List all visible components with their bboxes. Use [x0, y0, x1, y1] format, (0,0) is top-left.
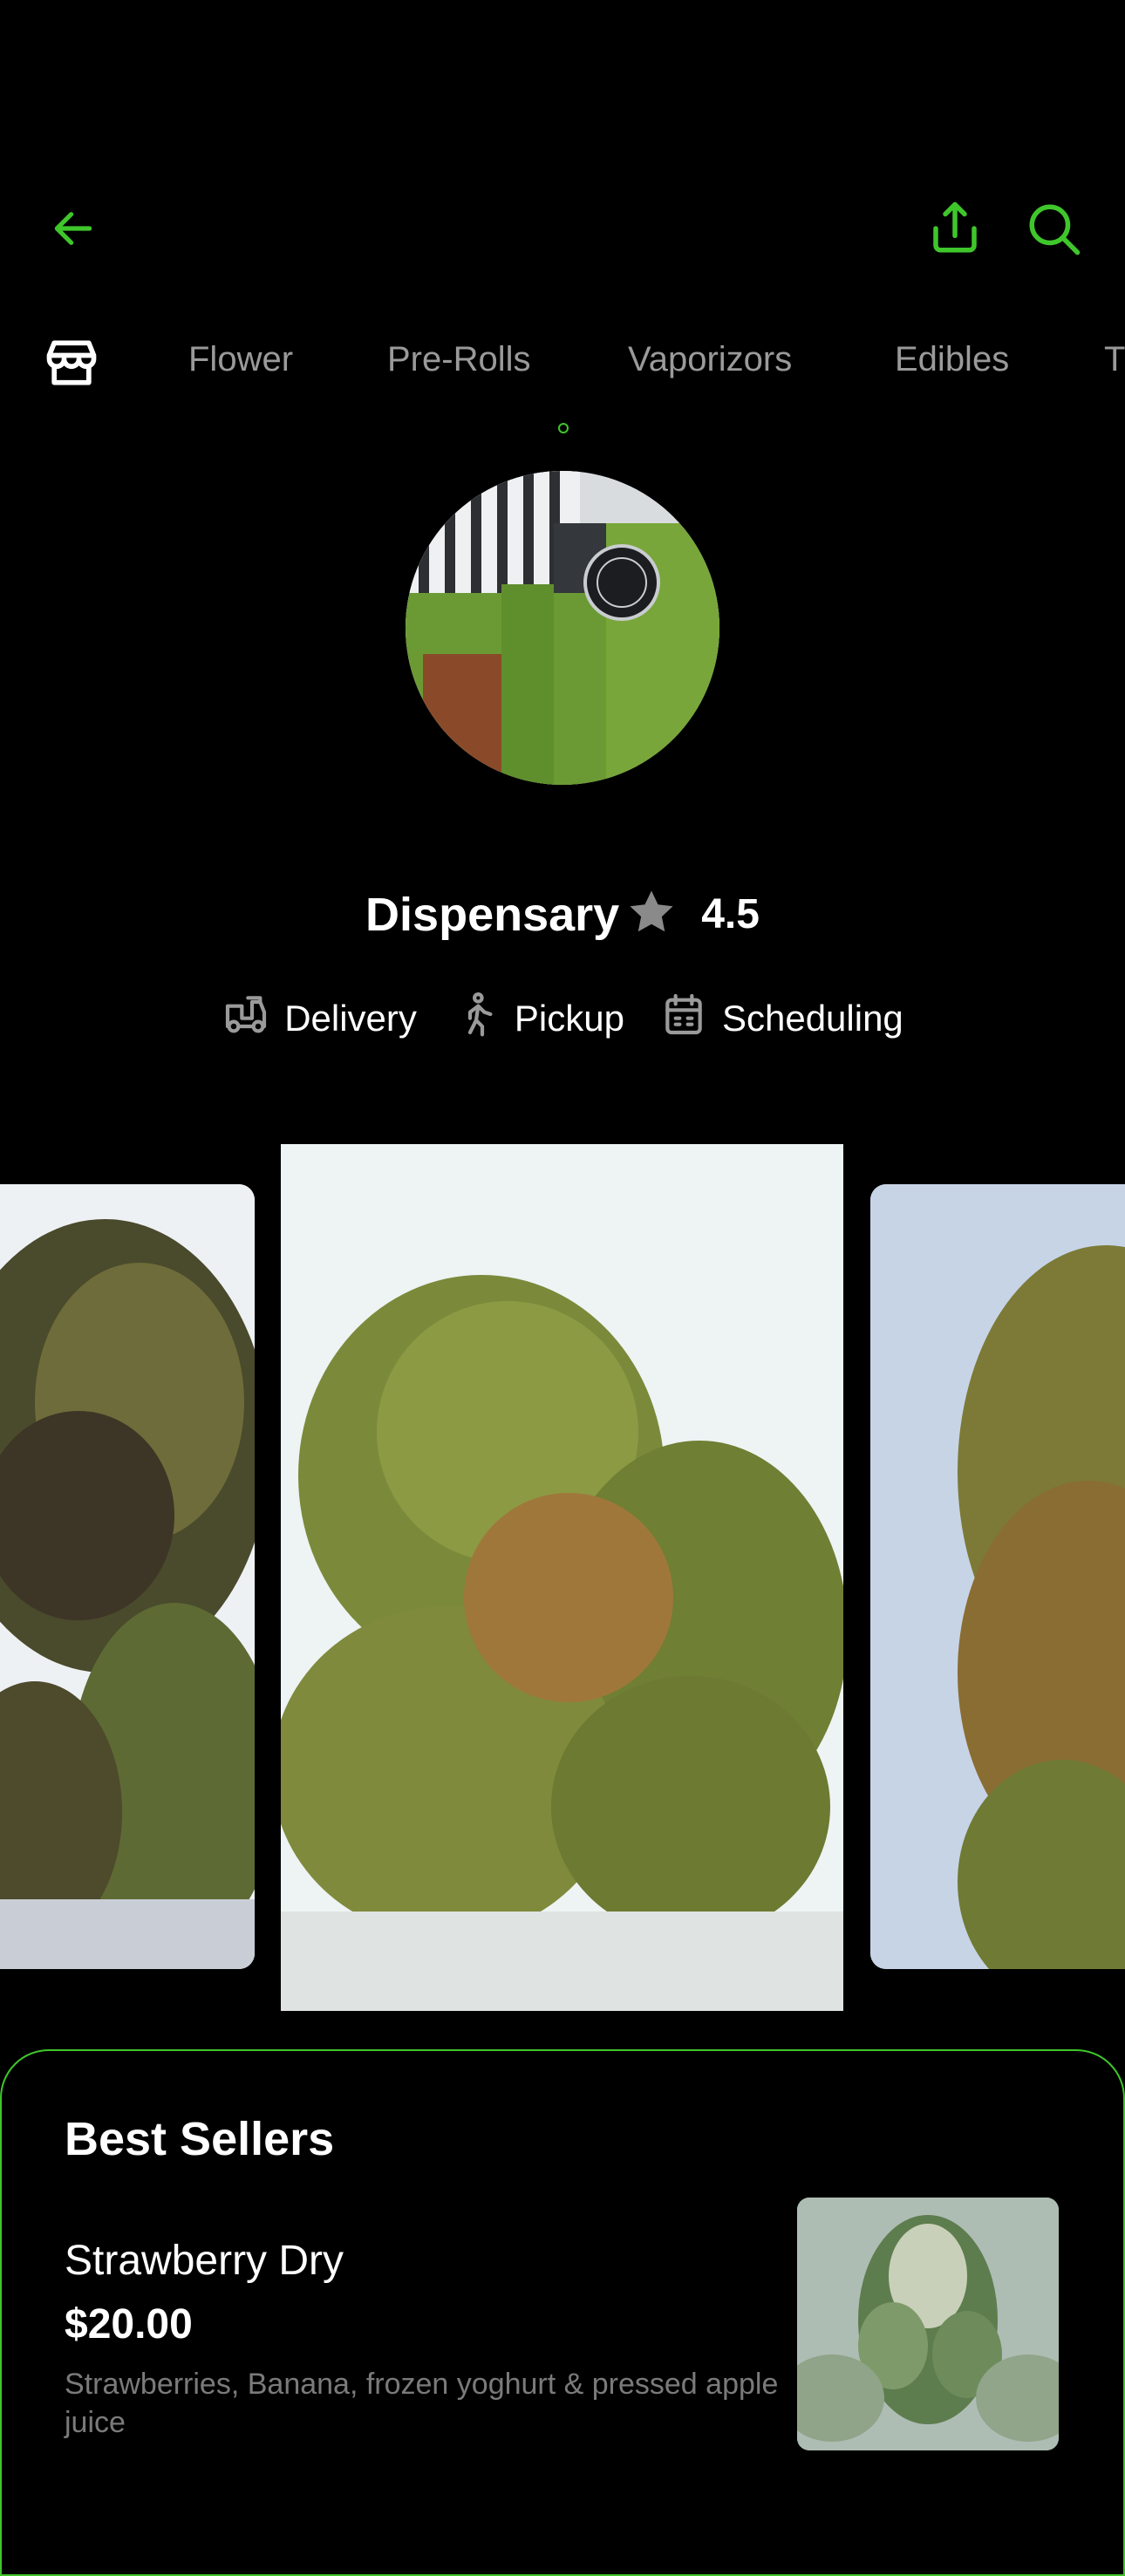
calendar-icon	[659, 990, 708, 1047]
tab-pre-rolls[interactable]: Pre-Rolls	[387, 340, 530, 379]
service-scheduling-label: Scheduling	[721, 998, 903, 1039]
product-price: $20.00	[65, 2301, 193, 2348]
search-button[interactable]	[1022, 197, 1085, 260]
gallery-image-right[interactable]	[870, 1184, 1125, 1969]
back-button[interactable]	[44, 202, 103, 255]
service-options: Delivery Pickup Scheduling	[0, 990, 1125, 1047]
gallery-image-main[interactable]	[281, 1144, 843, 2011]
share-button[interactable]	[924, 197, 985, 260]
service-pickup: Pickup	[452, 990, 624, 1047]
best-sellers-title: Best Sellers	[65, 2113, 335, 2165]
star-icon	[624, 885, 678, 944]
store-name: Dispensary	[365, 888, 620, 941]
pickup-icon	[452, 990, 501, 1047]
tab-vaporizors[interactable]: Vaporizors	[628, 340, 792, 379]
store-rating: 4.5	[701, 891, 760, 937]
store-header: Dispensary 4.5	[0, 885, 1125, 944]
service-delivery-label: Delivery	[284, 998, 417, 1039]
tab-store[interactable]	[42, 333, 105, 396]
category-tabs: Flower Pre-Rolls Vaporizors Edibles T	[0, 323, 1125, 401]
gallery-image-left[interactable]	[0, 1184, 255, 1969]
tab-flower[interactable]: Flower	[188, 340, 293, 379]
store-avatar	[406, 471, 719, 785]
share-icon	[926, 200, 984, 257]
delivery-icon	[222, 990, 270, 1047]
tab-indicator	[558, 423, 569, 433]
search-icon	[1025, 200, 1082, 257]
service-pickup-label: Pickup	[514, 998, 624, 1039]
product-name: Strawberry Dry	[65, 2238, 344, 2284]
arrow-left-icon	[49, 204, 98, 253]
service-delivery: Delivery	[222, 990, 417, 1047]
tab-more[interactable]: T	[1104, 340, 1125, 379]
product-image	[797, 2198, 1059, 2450]
tab-edibles[interactable]: Edibles	[895, 340, 1009, 379]
service-scheduling: Scheduling	[659, 990, 903, 1047]
product-description: Strawberries, Banana, frozen yoghurt & p…	[65, 2368, 779, 2439]
storefront-icon	[42, 340, 101, 396]
